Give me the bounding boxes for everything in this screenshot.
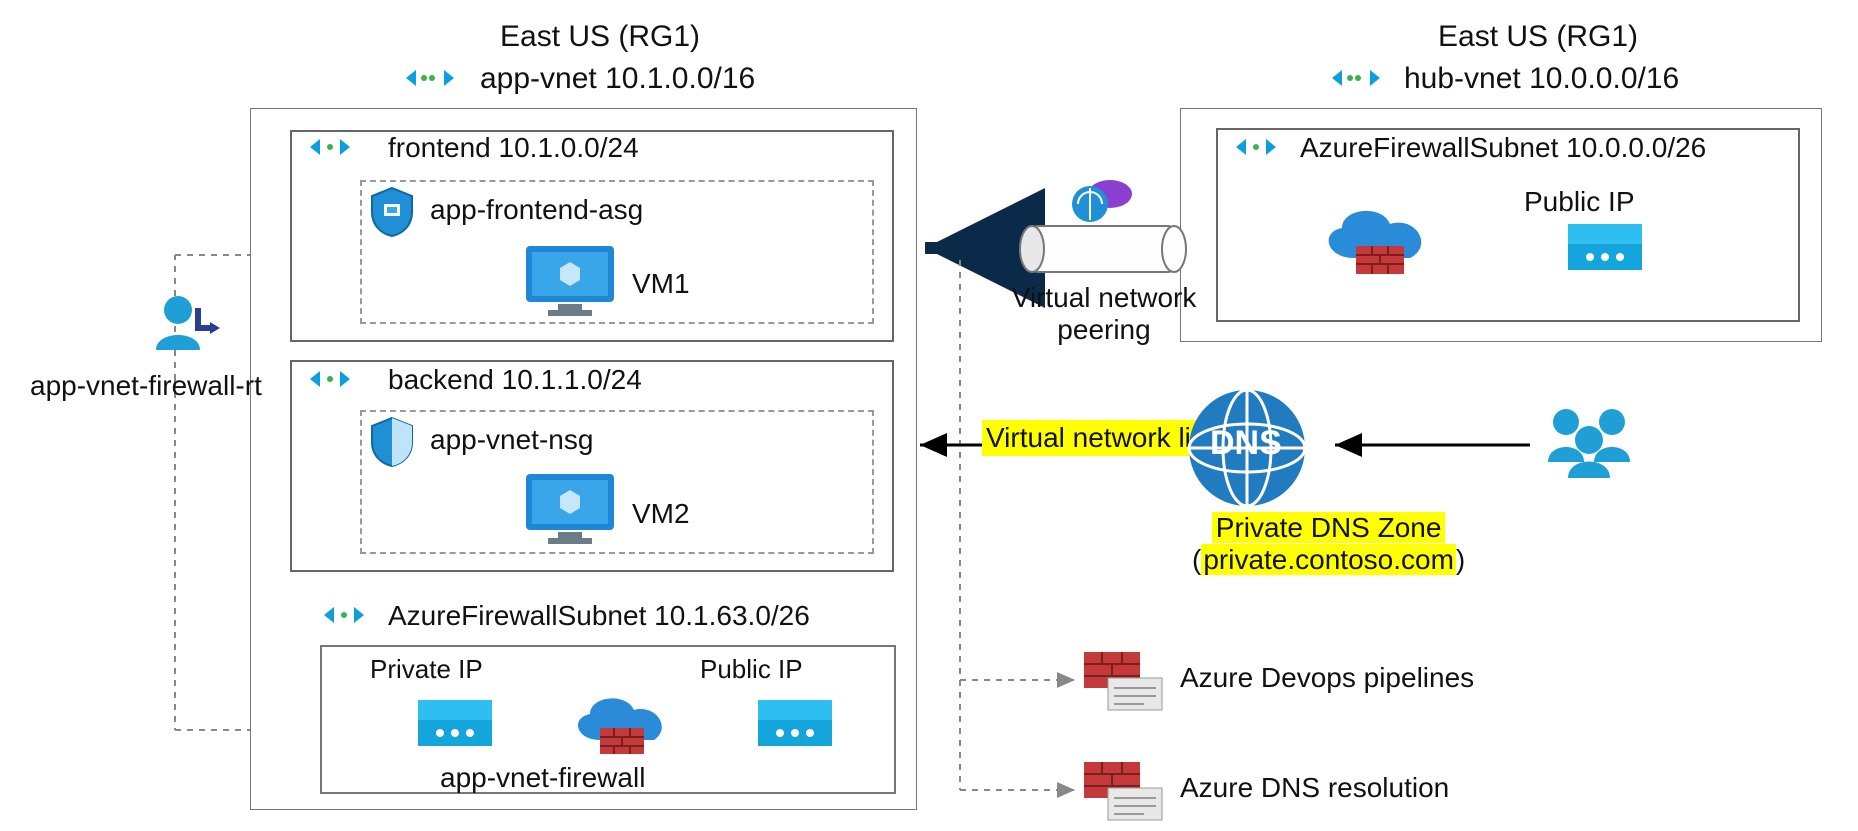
private-ip-icon [418, 700, 492, 753]
dns-zone-line2: (private.contoso.com) [1192, 544, 1465, 575]
devops-label: Azure Devops pipelines [1180, 662, 1474, 694]
app-vnet-firewall-label: app-vnet-firewall [440, 762, 645, 794]
vnet-icon-fw-subnet [320, 600, 368, 637]
public-ip-label-right: Public IP [1524, 186, 1635, 218]
hub-vnet-title: hub-vnet 10.0.0.0/16 [1404, 62, 1679, 96]
vnet-peering-icon-right [1326, 60, 1386, 103]
devops-icon [1080, 648, 1166, 721]
vnet-icon-frontend [306, 132, 354, 169]
public-ip-icon-left [758, 700, 832, 753]
vm1-icon [520, 240, 620, 327]
diagram-canvas: East US (RG1) East US (RG1) app-vnet 10.… [0, 0, 1858, 819]
peering-label: Virtual network peering [984, 282, 1224, 346]
app-firewall-icon [560, 684, 680, 771]
hub-firewall-icon [1310, 196, 1440, 293]
vm2-label: VM2 [632, 498, 690, 530]
app-vnet-title: app-vnet 10.1.0.0/16 [480, 62, 755, 96]
route-table-icon [150, 290, 220, 367]
backend-title: backend 10.1.1.0/24 [388, 364, 642, 396]
region-right-label: East US (RG1) [1438, 20, 1638, 54]
dns-zone-label: Private DNS Zone (private.contoso.com) [1192, 512, 1465, 576]
vm2-icon [520, 468, 620, 555]
frontend-title: frontend 10.1.0.0/24 [388, 132, 639, 164]
dns-text: DNS [1210, 424, 1282, 463]
public-ip-icon-right [1568, 224, 1642, 277]
frontend-asg-label: app-frontend-asg [430, 194, 643, 226]
peering-cylinder-icon [1018, 222, 1188, 283]
vm1-label: VM1 [632, 268, 690, 300]
vnet-icon-backend [306, 364, 354, 401]
vnet-peering-icon [400, 60, 460, 103]
nsg-shield-icon [368, 416, 416, 475]
vnet-icon-hub-fw [1232, 132, 1280, 169]
private-ip-label: Private IP [370, 654, 483, 685]
dns-res-label: Azure DNS resolution [1180, 772, 1449, 804]
region-left-label: East US (RG1) [500, 20, 700, 54]
dns-res-icon [1080, 758, 1166, 831]
route-table-label: app-vnet-firewall-rt [30, 370, 262, 402]
hub-fw-subnet-title: AzureFirewallSubnet 10.0.0.0/26 [1300, 132, 1706, 164]
dns-zone-line1: Private DNS Zone [1212, 512, 1446, 543]
app-fw-subnet-title: AzureFirewallSubnet 10.1.63.0/26 [388, 600, 810, 632]
asg-shield-icon [368, 186, 416, 245]
backend-nsg-label: app-vnet-nsg [430, 424, 593, 456]
peering-globe-icon [1064, 174, 1134, 231]
users-icon [1536, 400, 1646, 487]
public-ip-label-left: Public IP [700, 654, 803, 685]
